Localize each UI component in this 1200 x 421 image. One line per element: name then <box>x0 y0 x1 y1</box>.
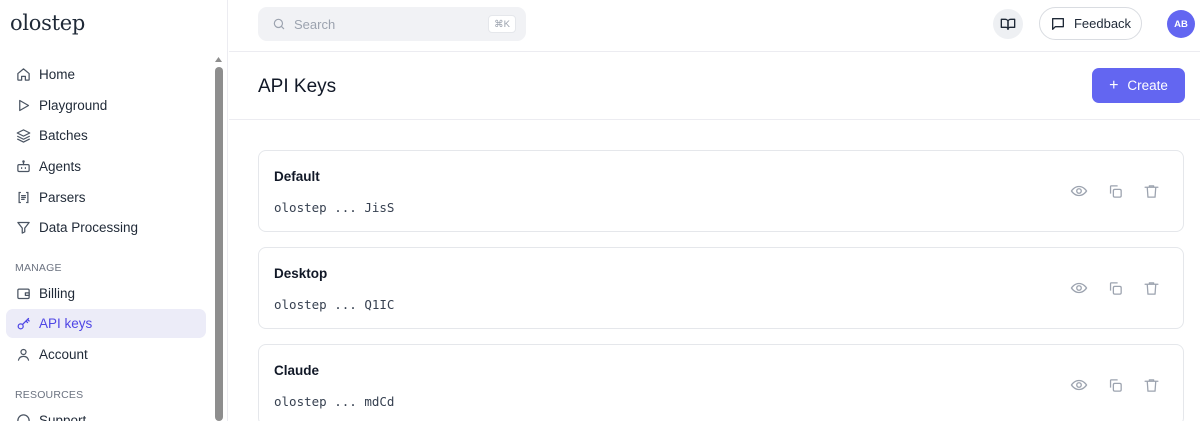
sidebar-item-data-processing[interactable]: Data Processing <box>6 213 206 242</box>
api-key-actions <box>1053 181 1161 201</box>
eye-icon[interactable] <box>1069 375 1089 395</box>
scrollbar-up-arrow[interactable] <box>214 55 223 64</box>
api-key-value: olostep ... Q1IC <box>274 297 394 312</box>
play-icon <box>15 98 31 114</box>
sidebar: olostep Home Playground Batches Agents P… <box>0 0 228 421</box>
top-bar: Search ⌘K Feedback AB <box>229 0 1200 52</box>
search-shortcut-badge: ⌘K <box>488 15 516 33</box>
api-key-suffix: mdCd <box>364 394 395 409</box>
api-key-prefix: olostep <box>274 200 327 215</box>
support-icon <box>15 413 31 421</box>
trash-icon[interactable] <box>1141 181 1161 201</box>
api-key-name: Default <box>274 169 320 184</box>
sidebar-item-label: Billing <box>39 286 76 301</box>
copy-icon[interactable] <box>1105 375 1125 395</box>
bot-icon <box>15 159 31 175</box>
sidebar-item-account[interactable]: Account <box>6 340 206 369</box>
copy-icon[interactable] <box>1105 181 1125 201</box>
sidebar-item-label: Parsers <box>39 190 86 205</box>
api-key-prefix: olostep <box>274 394 327 409</box>
copy-icon[interactable] <box>1105 278 1125 298</box>
layers-icon <box>15 128 31 144</box>
wallet-icon <box>15 286 31 302</box>
sidebar-item-parsers[interactable]: Parsers <box>6 183 206 212</box>
sidebar-item-label: Home <box>39 67 76 82</box>
api-key-ellipsis: ... <box>334 394 357 409</box>
filter-icon <box>15 220 31 236</box>
api-key-actions <box>1053 278 1161 298</box>
section-label-resources: RESOURCES <box>15 389 84 401</box>
docs-button[interactable] <box>993 9 1023 39</box>
sidebar-item-playground[interactable]: Playground <box>6 91 206 120</box>
api-key-card: Claude olostep ... mdCd <box>258 344 1184 421</box>
sidebar-item-label: API keys <box>39 316 93 331</box>
search-placeholder: Search <box>294 16 336 32</box>
sidebar-item-api-keys[interactable]: API keys <box>6 309 206 338</box>
sidebar-item-label: Agents <box>39 159 82 174</box>
trash-icon[interactable] <box>1141 375 1161 395</box>
api-key-actions <box>1053 375 1161 395</box>
eye-icon[interactable] <box>1069 181 1089 201</box>
api-key-ellipsis: ... <box>334 297 357 312</box>
book-icon <box>1000 16 1016 32</box>
api-key-card: Desktop olostep ... Q1IC <box>258 247 1184 329</box>
user-avatar[interactable]: AB <box>1167 10 1195 38</box>
plus-icon: + <box>1109 76 1119 94</box>
eye-icon[interactable] <box>1069 278 1089 298</box>
sidebar-item-label: Data Processing <box>39 220 139 235</box>
user-icon <box>15 347 31 363</box>
trash-icon[interactable] <box>1141 278 1161 298</box>
page-header: API Keys + Create <box>229 53 1200 120</box>
api-key-prefix: olostep <box>274 297 327 312</box>
sidebar-item-home[interactable]: Home <box>6 60 206 89</box>
create-key-button[interactable]: + Create <box>1092 68 1185 103</box>
feedback-label: Feedback <box>1073 16 1132 31</box>
api-key-suffix: JisS <box>364 200 395 215</box>
home-icon <box>15 67 31 83</box>
api-key-value: olostep ... mdCd <box>274 394 394 409</box>
sidebar-item-billing[interactable]: Billing <box>6 279 206 308</box>
api-key-suffix: Q1IC <box>364 297 395 312</box>
create-label: Create <box>1127 78 1168 93</box>
sidebar-item-agents[interactable]: Agents <box>6 152 206 181</box>
search-box[interactable]: Search ⌘K <box>258 7 526 41</box>
sidebar-item-label: Support <box>39 413 87 421</box>
key-icon <box>15 316 31 332</box>
api-key-ellipsis: ... <box>334 200 357 215</box>
sidebar-scrollbar-thumb[interactable] <box>215 67 223 421</box>
page-title: API Keys <box>258 76 337 97</box>
app-logo[interactable]: olostep <box>10 11 85 35</box>
search-icon <box>272 17 286 31</box>
api-key-name: Desktop <box>274 266 328 281</box>
api-key-card: Default olostep ... JisS <box>258 150 1184 232</box>
api-key-name: Claude <box>274 363 320 378</box>
api-key-value: olostep ... JisS <box>274 200 394 215</box>
parser-icon <box>15 190 31 206</box>
section-label-manage: MANAGE <box>15 262 62 274</box>
sidebar-item-label: Playground <box>39 98 108 113</box>
sidebar-item-batches[interactable]: Batches <box>6 121 206 150</box>
message-icon <box>1050 16 1066 32</box>
sidebar-item-label: Batches <box>39 128 88 143</box>
sidebar-item-label: Account <box>39 347 88 362</box>
sidebar-item-support[interactable]: Support <box>6 406 206 421</box>
feedback-button[interactable]: Feedback <box>1039 7 1142 40</box>
